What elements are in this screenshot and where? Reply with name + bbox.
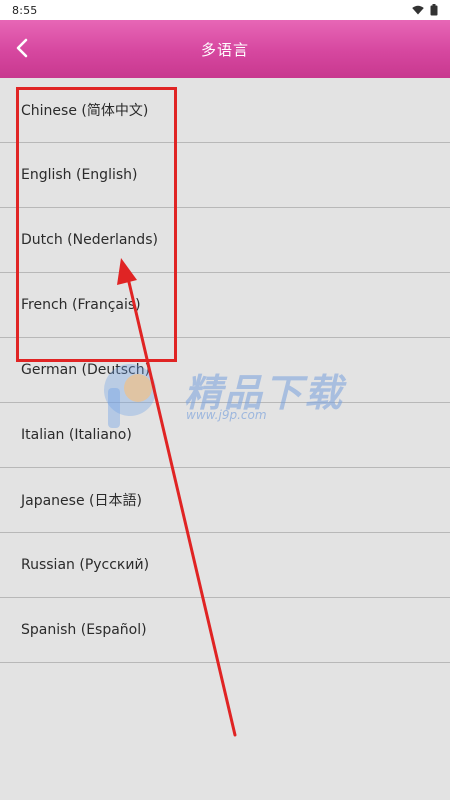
battery-icon: [430, 4, 438, 16]
language-item-dutch[interactable]: Dutch (Nederlands): [0, 208, 450, 273]
page-title: 多语言: [200, 40, 249, 59]
back-button[interactable]: [6, 32, 38, 64]
language-item-italian[interactable]: Italian (Italiano): [0, 403, 450, 468]
language-item-japanese[interactable]: Japanese (日本語): [0, 468, 450, 533]
language-list: Chinese (简体中文) English (English) Dutch (…: [0, 78, 450, 663]
language-item-french[interactable]: French (Français): [0, 273, 450, 338]
app-header: 多语言: [0, 20, 450, 78]
language-item-chinese[interactable]: Chinese (简体中文): [0, 78, 450, 143]
app-screen: 8:55 多语言 Chinese (简体中文) English (English…: [0, 0, 450, 800]
language-item-russian[interactable]: Russian (Русский): [0, 533, 450, 598]
language-item-english[interactable]: English (English): [0, 143, 450, 208]
language-item-spanish[interactable]: Spanish (Español): [0, 598, 450, 663]
status-time: 8:55: [12, 3, 38, 17]
language-item-german[interactable]: German (Deutsch): [0, 338, 450, 403]
chevron-left-icon: [16, 38, 28, 58]
wifi-icon: [412, 5, 424, 15]
status-bar: 8:55: [0, 0, 450, 20]
status-icons: [412, 4, 438, 16]
